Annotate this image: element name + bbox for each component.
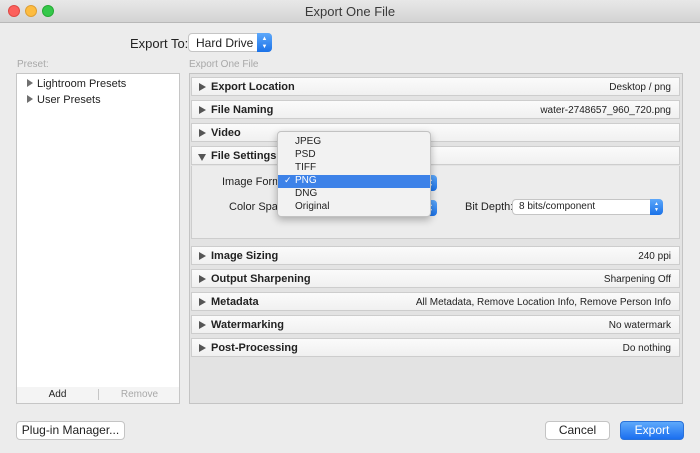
remove-preset-button[interactable]: Remove bbox=[99, 389, 180, 400]
disclosure-triangle-icon bbox=[199, 275, 206, 283]
section-file-naming[interactable]: File Naming water-2748657_960_720.png bbox=[191, 100, 680, 119]
disclosure-triangle-icon bbox=[199, 298, 206, 306]
section-output-sharpening[interactable]: Output Sharpening Sharpening Off bbox=[191, 269, 680, 288]
section-watermarking[interactable]: Watermarking No watermark bbox=[191, 315, 680, 334]
preset-item-label: User Presets bbox=[37, 94, 101, 106]
section-summary: Sharpening Off bbox=[603, 274, 671, 285]
format-option-jpeg[interactable]: JPEG bbox=[278, 136, 430, 149]
export-to-label: Export To: bbox=[130, 36, 189, 51]
window-title: Export One File bbox=[304, 4, 396, 19]
disclosure-triangle-icon bbox=[199, 106, 206, 114]
format-option-dng[interactable]: DNG bbox=[278, 188, 430, 201]
export-button[interactable]: Export bbox=[620, 421, 684, 440]
export-to-select[interactable]: Hard Drive ▲ ▼ bbox=[188, 33, 272, 52]
section-title: Video bbox=[211, 127, 241, 139]
updown-chevron-icon: ▲▼ bbox=[257, 33, 272, 52]
section-summary: All Metadata, Remove Location Info, Remo… bbox=[415, 297, 671, 308]
preset-item-label: Lightroom Presets bbox=[37, 78, 127, 90]
format-option-psd[interactable]: PSD bbox=[278, 149, 430, 162]
export-dialog: Export One File Export To: Hard Drive ▲ ▼… bbox=[0, 0, 700, 453]
preset-item-user[interactable]: User Presets bbox=[27, 94, 101, 106]
disclosure-triangle-icon bbox=[199, 321, 206, 329]
format-option-original[interactable]: Original bbox=[278, 201, 430, 214]
disclosure-triangle-icon bbox=[199, 83, 206, 91]
preset-button-bar: Add Remove bbox=[16, 387, 180, 404]
section-summary: water-2748657_960_720.png bbox=[540, 105, 671, 116]
title-bar: Export One File bbox=[0, 0, 700, 23]
bit-depth-label: Bit Depth: bbox=[465, 201, 514, 213]
section-summary: Do nothing bbox=[622, 343, 671, 354]
section-metadata[interactable]: Metadata All Metadata, Remove Location I… bbox=[191, 292, 680, 311]
format-option-png[interactable]: ✓ PNG bbox=[278, 175, 430, 188]
section-post-processing[interactable]: Post-Processing Do nothing bbox=[191, 338, 680, 357]
updown-chevron-icon: ▲▼ bbox=[650, 199, 663, 215]
section-title: Image Sizing bbox=[211, 250, 279, 262]
section-export-location[interactable]: Export Location Desktop / png bbox=[191, 77, 680, 96]
disclosure-triangle-icon bbox=[199, 344, 206, 352]
plugin-manager-button[interactable]: Plug-in Manager... bbox=[16, 421, 125, 440]
section-title: Metadata bbox=[211, 296, 259, 308]
section-title: Watermarking bbox=[211, 319, 284, 331]
section-title: File Naming bbox=[211, 104, 274, 116]
section-image-sizing[interactable]: Image Sizing 240 ppi bbox=[191, 246, 680, 265]
section-title: File Settings bbox=[211, 150, 277, 162]
section-summary: Desktop / png bbox=[609, 82, 671, 93]
preset-list: Lightroom Presets User Presets bbox=[16, 73, 180, 388]
section-title: Export Location bbox=[211, 81, 295, 93]
disclosure-triangle-open-icon bbox=[198, 154, 206, 161]
bit-depth-select[interactable]: 8 bits/component ▲ ▼ bbox=[512, 199, 663, 215]
main-panel-label: Export One File bbox=[189, 59, 259, 70]
add-preset-button[interactable]: Add bbox=[17, 389, 99, 400]
disclosure-triangle-icon bbox=[199, 252, 206, 260]
preset-label: Preset: bbox=[17, 59, 49, 70]
section-summary: No watermark bbox=[608, 320, 671, 331]
export-to-value: Hard Drive bbox=[196, 36, 254, 50]
file-settings-body: Image Format: ▲▼ Color Space: ▲▼ Bit Dep… bbox=[191, 166, 680, 239]
section-summary: 240 ppi bbox=[638, 251, 671, 262]
cancel-button[interactable]: Cancel bbox=[545, 421, 610, 440]
format-option-tiff[interactable]: TIFF bbox=[278, 162, 430, 175]
disclosure-triangle-icon bbox=[27, 95, 33, 103]
disclosure-triangle-icon bbox=[199, 129, 206, 137]
bit-depth-value: 8 bits/component bbox=[519, 201, 596, 212]
section-title: Output Sharpening bbox=[211, 273, 311, 285]
image-format-dropdown-menu: JPEG PSD TIFF ✓ PNG DNG Original bbox=[277, 131, 431, 217]
section-file-settings[interactable]: File Settings bbox=[191, 146, 680, 165]
disclosure-triangle-icon bbox=[27, 79, 33, 87]
section-video[interactable]: Video bbox=[191, 123, 680, 142]
preset-item-lightroom[interactable]: Lightroom Presets bbox=[27, 78, 126, 90]
checkmark-icon: ✓ bbox=[284, 175, 292, 185]
section-title: Post-Processing bbox=[211, 342, 298, 354]
